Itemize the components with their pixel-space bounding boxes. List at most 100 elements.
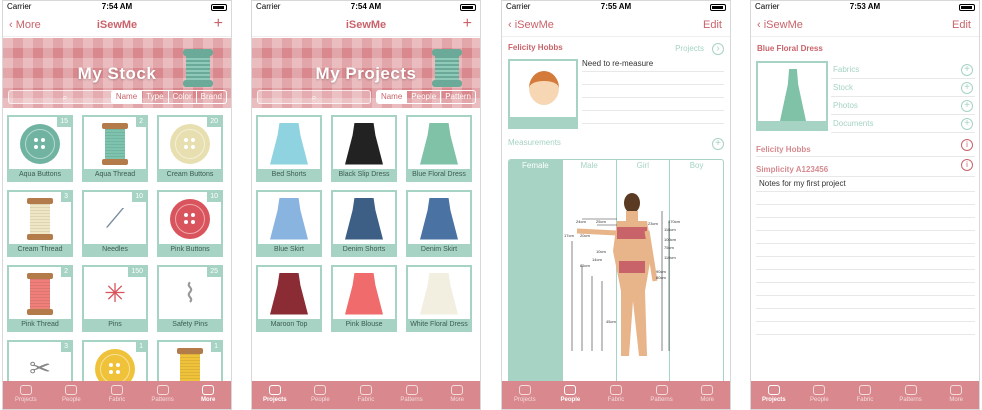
add-button[interactable]: + <box>214 12 223 36</box>
measurements-label: Measurements <box>508 138 561 147</box>
tab-patterns[interactable]: Patterns <box>389 381 435 409</box>
project-item[interactable]: Bed Shorts <box>256 115 322 182</box>
attribute-row[interactable]: Documents + <box>831 115 975 133</box>
segment-name[interactable]: Name <box>376 91 407 103</box>
nav-bar: ‹ More iSewMe + <box>3 13 231 37</box>
clock: 7:53 AM <box>849 2 881 11</box>
stock-item[interactable]: 15 Aqua Buttons <box>7 115 73 182</box>
add-measurement-icon[interactable]: + <box>712 138 724 150</box>
tab-people[interactable]: People <box>298 381 344 409</box>
project-item[interactable]: Black Slip Dress <box>331 115 397 182</box>
project-links: Felicity Hobbs i Simplicity A123456 i <box>756 139 975 177</box>
edit-button[interactable]: Edit <box>703 13 722 37</box>
item-label: Aqua Buttons <box>9 169 71 180</box>
tab-people[interactable]: People <box>49 381 95 409</box>
segment-people[interactable]: People <box>406 91 440 103</box>
garment-icon <box>337 194 391 244</box>
attribute-label: Photos <box>833 101 858 110</box>
search-input[interactable]: ⌕ <box>8 90 122 104</box>
tab-more[interactable]: More <box>684 381 730 409</box>
attribute-row[interactable]: Stock + <box>831 79 975 97</box>
back-button[interactable]: ‹ iSewMe <box>508 13 554 37</box>
clock: 7:54 AM <box>350 2 382 11</box>
segment-pattern[interactable]: Pattern <box>440 91 475 103</box>
add-icon[interactable]: + <box>961 100 973 112</box>
project-notes[interactable]: Notes for my first project <box>756 179 975 335</box>
tab-projects[interactable]: Projects <box>252 381 298 409</box>
chevron-right-icon[interactable]: › <box>712 43 724 55</box>
segment-type[interactable]: Type <box>141 91 167 103</box>
pattern-link[interactable]: Simplicity A123456 <box>756 165 828 174</box>
measurement-value: 24cm <box>576 219 586 224</box>
tab-bar: Projects People Fabric Patterns More <box>252 381 480 409</box>
tab-people[interactable]: People <box>797 381 843 409</box>
item-label: Bed Shorts <box>258 169 320 180</box>
item-label: Pins <box>84 319 146 330</box>
add-icon[interactable]: + <box>961 64 973 76</box>
project-photo[interactable] <box>756 61 828 131</box>
pins-icon: ✳ <box>104 278 126 308</box>
stock-item[interactable]: 3 Cream Thread <box>7 190 73 257</box>
stock-item[interactable]: 20 Cream Buttons <box>157 115 223 182</box>
segment-color[interactable]: Color <box>167 91 196 103</box>
stock-item[interactable]: 10 Pink Buttons <box>157 190 223 257</box>
stock-item[interactable]: 2 Aqua Thread <box>82 115 148 182</box>
person-avatar[interactable] <box>508 59 578 129</box>
person-notes[interactable]: Need to re-measure <box>582 59 724 124</box>
project-item[interactable]: Denim Skirt <box>406 190 472 257</box>
project-detail-screen: Carrier 7:53 AM ‹ iSewMe Edit Blue Flora… <box>750 0 980 410</box>
tab-more[interactable]: More <box>434 381 480 409</box>
people-icon <box>564 385 577 395</box>
add-icon[interactable]: + <box>961 82 973 94</box>
attribute-row[interactable]: Fabrics + <box>831 61 975 79</box>
tab-fabric[interactable]: Fabric <box>343 381 389 409</box>
stock-screen: Carrier 7:54 AM ‹ More iSewMe + My Stock… <box>2 0 232 410</box>
project-item[interactable]: Blue Skirt <box>256 190 322 257</box>
tab-label: Fabric <box>108 397 126 403</box>
segment-female[interactable]: Female <box>509 160 562 404</box>
tab-more[interactable]: More <box>933 381 979 409</box>
project-item[interactable]: Denim Shorts <box>331 190 397 257</box>
person-header: Felicity Hobbs Projects › Need to re-mea… <box>502 37 730 157</box>
more-icon <box>701 385 714 395</box>
nav-bar: iSewMe + <box>252 13 480 37</box>
tab-patterns[interactable]: Patterns <box>639 381 685 409</box>
tab-projects[interactable]: Projects <box>751 381 797 409</box>
tab-label: Projects <box>513 397 536 403</box>
measurement-labels: 24cm 25cm 23cm 170cm 116cm 100cm 75cm 17cm 20cm 1… <box>556 209 682 359</box>
tab-patterns[interactable]: Patterns <box>888 381 934 409</box>
project-item[interactable]: White Floral Dress <box>406 265 472 332</box>
tab-people[interactable]: People <box>548 381 594 409</box>
segment-brand[interactable]: Brand <box>195 91 226 103</box>
tab-more[interactable]: More <box>185 381 231 409</box>
segment-name[interactable]: Name <box>111 91 142 103</box>
info-icon[interactable]: i <box>961 139 973 151</box>
tab-label: Patterns <box>650 397 673 403</box>
stock-item[interactable]: ✳ 150 Pins <box>82 265 148 332</box>
stock-item[interactable]: ⌇ 25 Safety Pins <box>157 265 223 332</box>
edit-button[interactable]: Edit <box>952 13 971 37</box>
search-input[interactable]: ⌕ <box>257 90 371 104</box>
patterns-icon <box>405 385 418 395</box>
info-icon[interactable]: i <box>961 159 973 171</box>
projects-link[interactable]: Projects <box>675 44 704 53</box>
project-item[interactable]: Maroon Top <box>256 265 322 332</box>
stock-item[interactable]: 2 Pink Thread <box>7 265 73 332</box>
tab-patterns[interactable]: Patterns <box>140 381 186 409</box>
tab-projects[interactable]: Projects <box>502 381 548 409</box>
project-item[interactable]: Blue Floral Dress <box>406 115 472 182</box>
item-label: Cream Thread <box>9 244 71 255</box>
item-label: Pink Thread <box>9 319 71 330</box>
person-link[interactable]: Felicity Hobbs <box>756 145 811 154</box>
tab-fabric[interactable]: Fabric <box>842 381 888 409</box>
tab-fabric[interactable]: Fabric <box>593 381 639 409</box>
stock-item[interactable]: ⟋ 10 Needles <box>82 190 148 257</box>
attribute-row[interactable]: Photos + <box>831 97 975 115</box>
nav-title: iSewMe <box>96 19 138 31</box>
add-icon[interactable]: + <box>961 118 973 130</box>
back-button[interactable]: ‹ iSewMe <box>757 13 803 37</box>
project-item[interactable]: Pink Blouse <box>331 265 397 332</box>
tab-projects[interactable]: Projects <box>3 381 49 409</box>
add-button[interactable]: + <box>463 12 472 36</box>
tab-fabric[interactable]: Fabric <box>94 381 140 409</box>
